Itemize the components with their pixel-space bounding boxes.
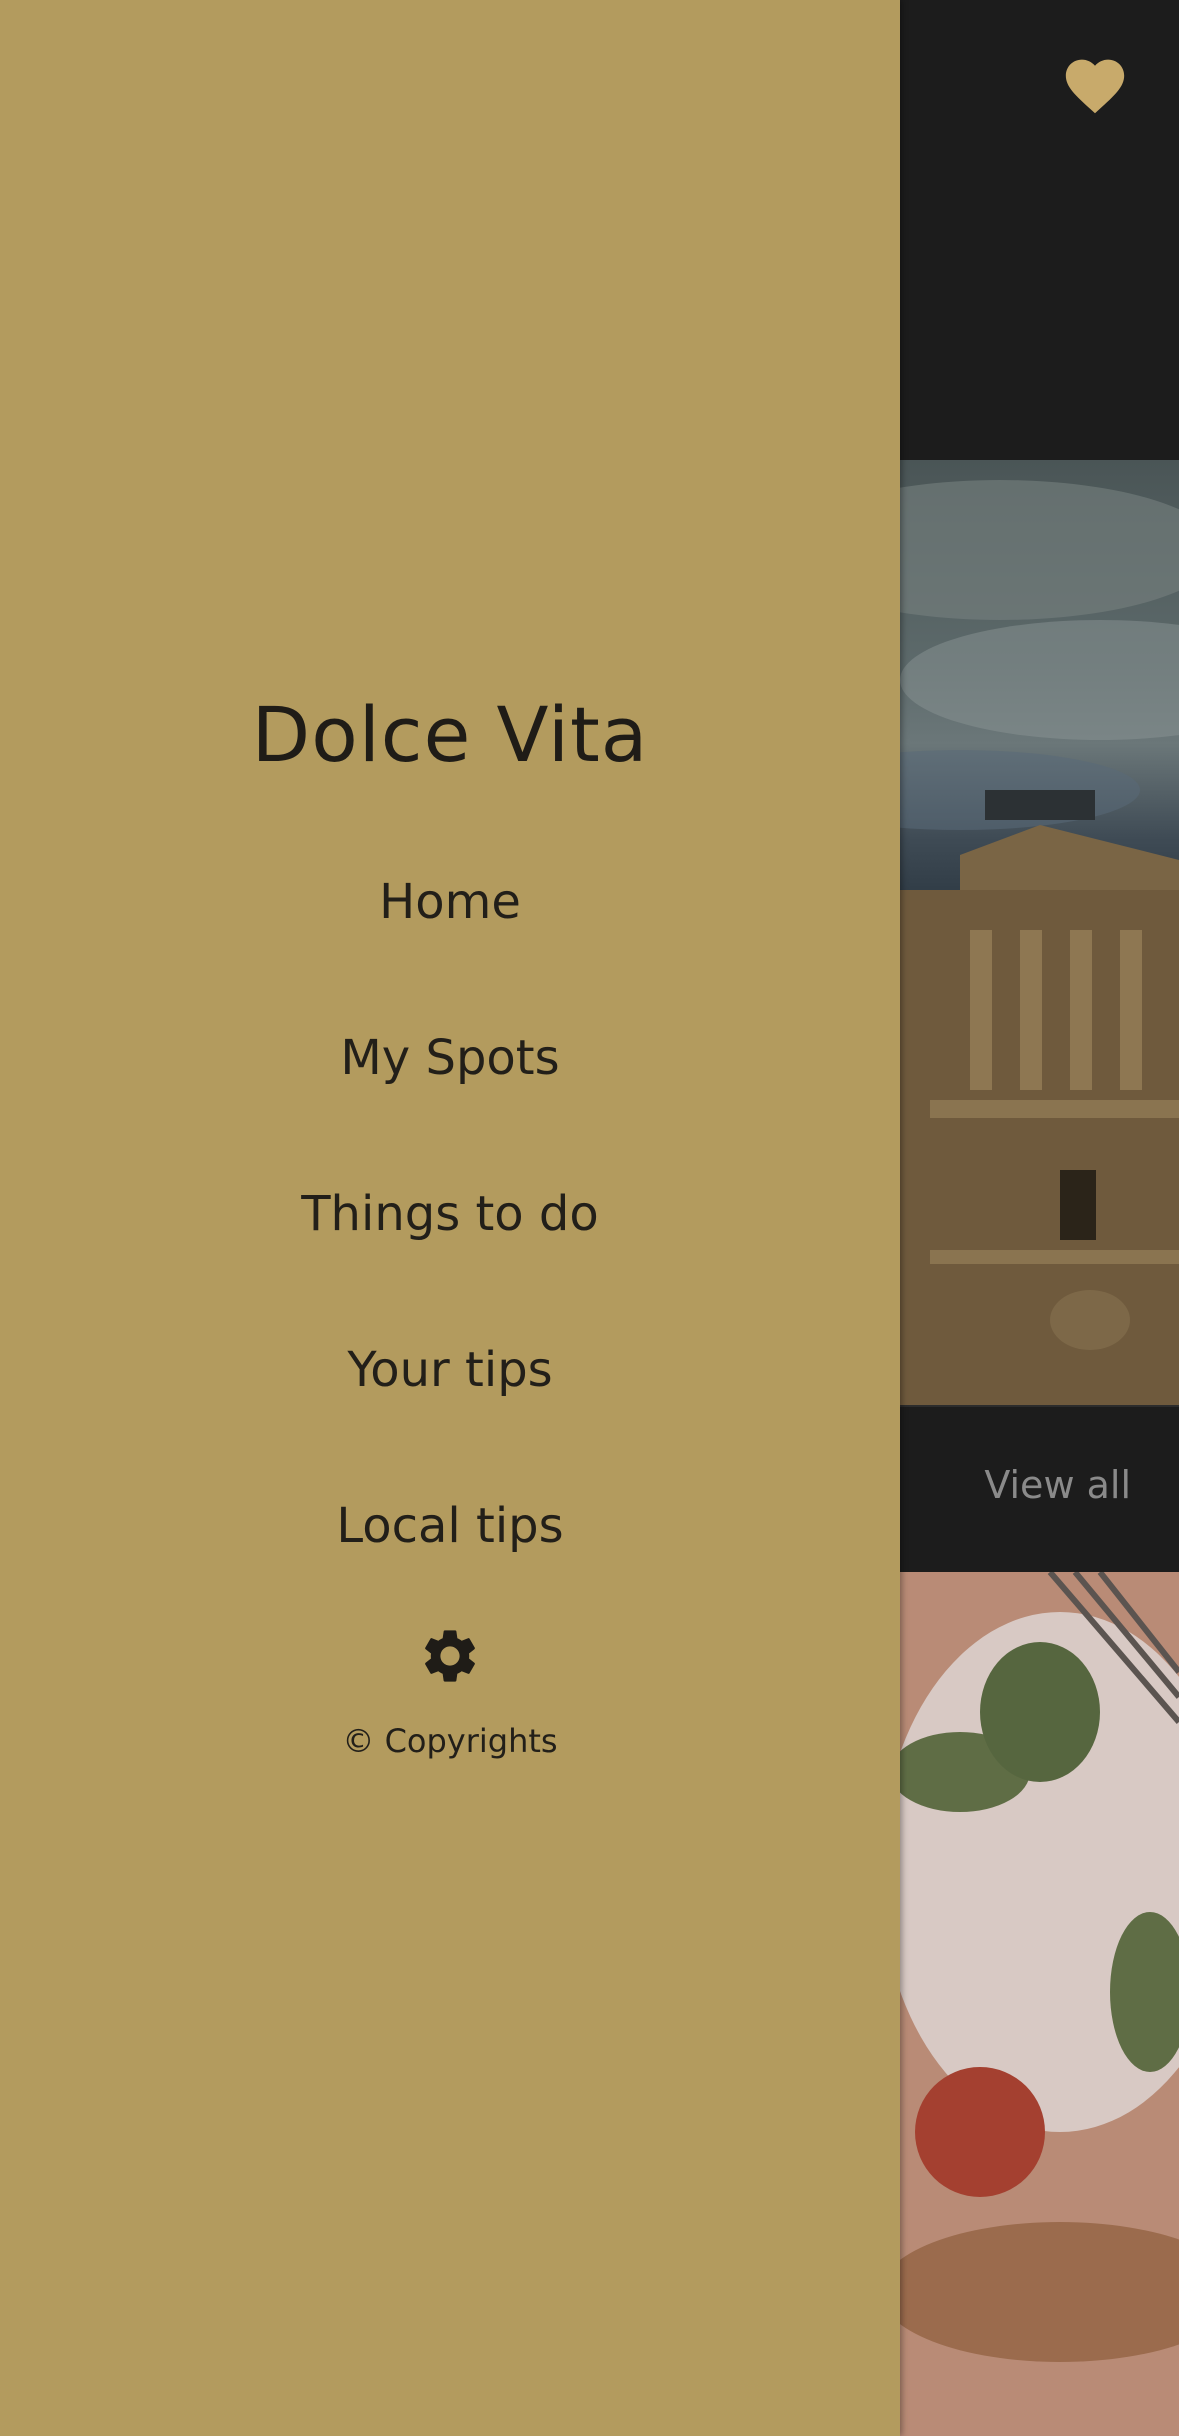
menu-item-my-spots[interactable]: My Spots (0, 1016, 900, 1172)
copyright-text: © Copyrights (342, 1722, 558, 1760)
menu-item-home[interactable]: Home (0, 860, 900, 1016)
menu-item-your-tips[interactable]: Your tips (0, 1328, 900, 1484)
navigation-drawer: Dolce Vita Home My Spots Things to do Yo… (0, 0, 900, 2436)
gear-icon[interactable] (418, 1624, 482, 1688)
drawer-title: Dolce Vita (251, 690, 649, 779)
menu-item-things-to-do[interactable]: Things to do (0, 1172, 900, 1328)
view-all-link[interactable]: View all (984, 1463, 1131, 1507)
drawer-menu: Home My Spots Things to do Your tips Loc… (0, 860, 900, 1640)
heart-icon[interactable] (1060, 50, 1130, 116)
menu-item-local-tips[interactable]: Local tips (0, 1484, 900, 1640)
